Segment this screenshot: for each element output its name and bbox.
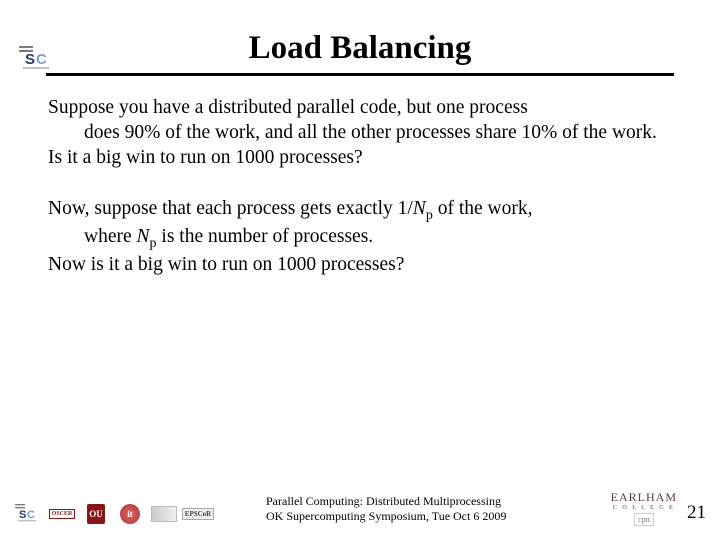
p1-line1: Suppose you have a distributed parallel …	[48, 96, 672, 121]
it-label: it	[120, 504, 140, 524]
footer-text: Parallel Computing: Distributed Multipro…	[266, 494, 506, 524]
p2-line2: where Np is the number of processes.	[48, 225, 672, 253]
epscor-logo-icon: EPSCoR	[184, 502, 212, 526]
generic-logo-1-icon	[150, 502, 178, 526]
slide: S C Load Balancing Suppose you have a di…	[0, 0, 720, 540]
slide-title: Load Balancing	[0, 30, 720, 73]
earlham-name: EARLHAM	[611, 490, 677, 505]
footer-logos: S C OSCER OU it EPSCoR	[14, 502, 212, 526]
title-rule	[46, 73, 674, 76]
it-logo-icon: it	[116, 502, 144, 526]
cpn-label: cpn	[634, 513, 654, 526]
epscor-label: EPSCoR	[182, 508, 214, 520]
p2b-post: is the number of processes.	[157, 226, 374, 247]
paragraph-1: Suppose you have a distributed parallel …	[48, 96, 672, 171]
svg-text:C: C	[27, 509, 35, 521]
sc-mini-icon: S C	[14, 502, 42, 526]
ou-label: OU	[87, 504, 105, 524]
page-number: 21	[687, 502, 706, 526]
p2a-tail: of the work,	[433, 198, 533, 219]
paragraph-2: Now, suppose that each process gets exac…	[48, 197, 672, 278]
footer-right: EARLHAM C O L L E G E cpn 21	[611, 490, 706, 526]
footer-line1: Parallel Computing: Distributed Multipro…	[266, 494, 506, 509]
p2b-pre: where	[84, 226, 137, 247]
oscer-logo-icon: OSCER	[48, 502, 76, 526]
footer: S C OSCER OU it EPSCoR Parallel Computin…	[0, 482, 720, 532]
p2a-text: Now, suppose that each process gets exac…	[48, 198, 413, 219]
header: S C Load Balancing	[0, 0, 720, 76]
p1-line3: Is it a big win to run on 1000 processes…	[48, 146, 672, 171]
oscer-label: OSCER	[49, 509, 76, 519]
p2-line1: Now, suppose that each process gets exac…	[48, 197, 672, 225]
svg-text:S: S	[25, 51, 35, 68]
svg-text:C: C	[36, 51, 47, 68]
var-p-2: p	[150, 235, 157, 251]
p1-line2: does 90% of the work, and all the other …	[48, 121, 672, 146]
earlham-sub: C O L L E G E	[613, 505, 675, 511]
footer-line2: OK Supercomputing Symposium, Tue Oct 6 2…	[266, 509, 506, 524]
content: Suppose you have a distributed parallel …	[0, 76, 720, 278]
var-p-1: p	[426, 207, 433, 223]
ou-logo-icon: OU	[82, 502, 110, 526]
earlham-logo-icon: EARLHAM C O L L E G E cpn	[611, 490, 677, 526]
p2-line3: Now is it a big win to run on 1000 proce…	[48, 253, 672, 278]
var-N-1: N	[413, 198, 426, 219]
svg-text:S: S	[19, 509, 26, 521]
var-N-2: N	[137, 226, 150, 247]
sc-logo-icon: S C	[18, 44, 56, 74]
